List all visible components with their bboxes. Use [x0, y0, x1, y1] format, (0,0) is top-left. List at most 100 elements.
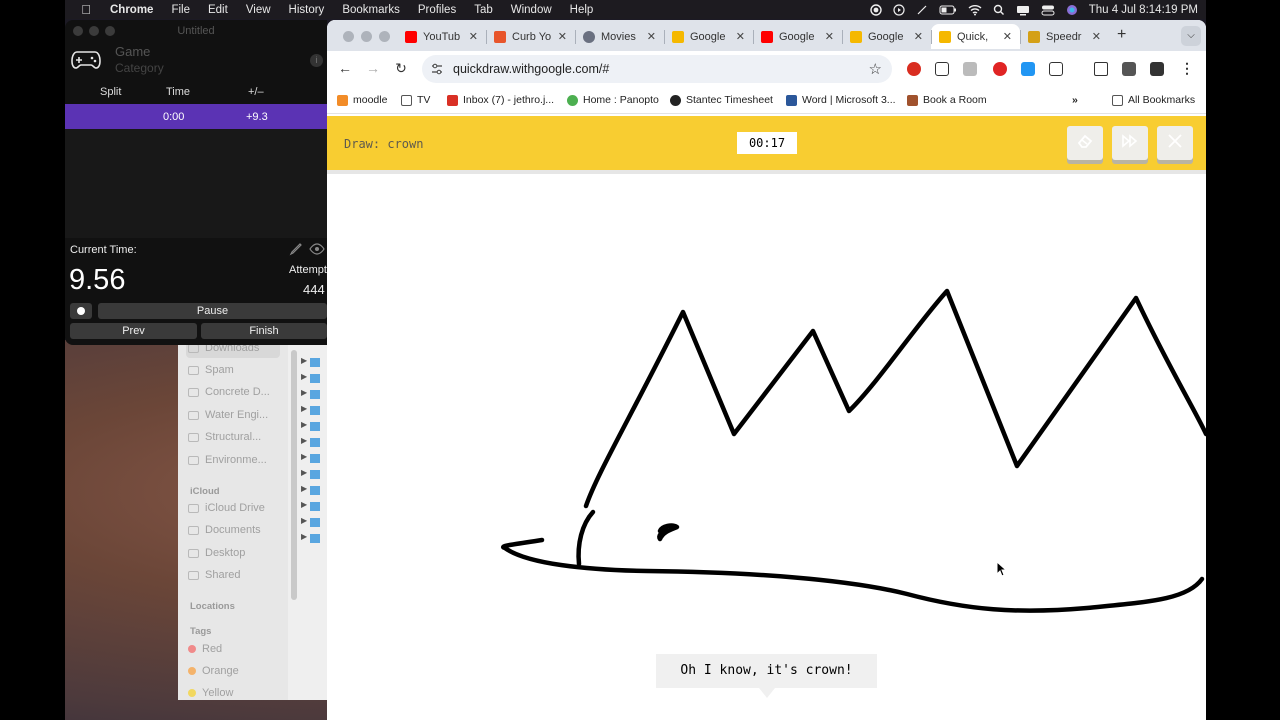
tab-search-button[interactable]: ⌵ — [1181, 26, 1201, 46]
mute-icon[interactable] — [916, 4, 928, 16]
picture-in-picture-icon[interactable] — [935, 62, 949, 76]
tab-close-icon[interactable]: ✕ — [1003, 30, 1012, 43]
disclosure-arrow-icon[interactable]: ▶ — [301, 532, 307, 541]
media-controls-icon[interactable] — [1122, 62, 1136, 76]
disclosure-arrow-icon[interactable]: ▶ — [301, 452, 307, 461]
eye-icon[interactable] — [309, 243, 325, 255]
tab-google-3[interactable]: Google ✕ — [842, 24, 931, 49]
spotlight-search-icon[interactable] — [993, 4, 1005, 16]
play-icon[interactable] — [893, 3, 905, 16]
back-button[interactable]: ← — [337, 60, 353, 76]
menu-profiles[interactable]: Profiles — [409, 4, 465, 16]
bookmarks-overflow-icon[interactable]: » — [1072, 94, 1078, 106]
finder-item-shared[interactable]: Shared — [188, 569, 240, 581]
menu-app-name[interactable]: Chrome — [101, 4, 162, 16]
tab-quickdraw[interactable]: Quick, ✕ — [931, 24, 1020, 49]
zoom-window-button[interactable] — [379, 31, 390, 42]
chrome-menu-icon[interactable]: ⋮ — [1179, 60, 1195, 76]
drawing-canvas[interactable] — [327, 174, 1206, 720]
finder-item-icloud-drive[interactable]: iCloud Drive — [188, 502, 265, 514]
menubar-clock[interactable]: Thu 4 Jul 8:14:19 PM — [1089, 4, 1198, 16]
finder-tag-red[interactable]: Red — [188, 643, 222, 655]
battery-icon[interactable] — [939, 4, 957, 16]
clapperboard-icon[interactable] — [1150, 62, 1164, 76]
reset-button[interactable] — [70, 303, 92, 319]
tab-google-1[interactable]: Google ✕ — [664, 24, 753, 49]
s-extension-icon[interactable] — [1021, 62, 1035, 76]
forward-button[interactable]: → — [365, 60, 381, 76]
finder-item-structural[interactable]: Structural... — [188, 431, 261, 443]
tab-youtube[interactable]: YouTub ✕ — [397, 24, 486, 49]
menu-window[interactable]: Window — [502, 4, 561, 16]
finder-item-spam[interactable]: Spam — [188, 364, 234, 376]
apple-icon[interactable]:  — [71, 2, 101, 17]
bookmark-stantec[interactable]: Stantec Timesheet — [670, 94, 773, 106]
disclosure-arrow-icon[interactable]: ▶ — [301, 516, 307, 525]
bookmark-word[interactable]: Word | Microsoft 3... — [786, 94, 896, 106]
pencil-icon[interactable] — [289, 242, 303, 256]
disclosure-arrow-icon[interactable]: ▶ — [301, 372, 307, 381]
disclosure-arrow-icon[interactable]: ▶ — [301, 388, 307, 397]
clear-canvas-button[interactable] — [1067, 126, 1103, 160]
tab-close-icon[interactable]: ✕ — [647, 30, 656, 43]
finder-tag-orange[interactable]: Orange — [188, 665, 239, 677]
site-settings-icon[interactable] — [430, 62, 444, 76]
bookmark-inbox[interactable]: Inbox (7) - jethro.j... — [447, 94, 554, 106]
tab-close-icon[interactable]: ✕ — [825, 30, 834, 43]
finder-item-environment[interactable]: Environme... — [188, 454, 267, 466]
tab-google-2[interactable]: Google ✕ — [753, 24, 842, 49]
url-text[interactable]: quickdraw.withgoogle.com/# — [453, 62, 609, 76]
finder-tag-yellow[interactable]: Yellow — [188, 687, 233, 699]
disclosure-arrow-icon[interactable]: ▶ — [301, 484, 307, 493]
siri-icon[interactable] — [1066, 4, 1078, 16]
tab-movies[interactable]: Movies ✕ — [575, 24, 664, 49]
skip-button[interactable] — [1112, 126, 1148, 160]
menu-edit[interactable]: Edit — [199, 4, 237, 16]
finder-scrollbar[interactable] — [291, 350, 297, 600]
record-icon[interactable] — [869, 3, 882, 16]
bookmark-book-room[interactable]: Book a Room — [907, 94, 987, 106]
menu-bookmarks[interactable]: Bookmarks — [333, 4, 409, 16]
disclosure-arrow-icon[interactable]: ▶ — [301, 436, 307, 445]
wifi-icon[interactable] — [968, 4, 982, 16]
record-extension-icon[interactable] — [993, 62, 1007, 76]
disclosure-arrow-icon[interactable]: ▶ — [301, 420, 307, 429]
finder-item-documents[interactable]: Documents — [188, 524, 261, 536]
menu-help[interactable]: Help — [561, 4, 603, 16]
tab-close-icon[interactable]: ✕ — [914, 30, 923, 43]
menu-tab[interactable]: Tab — [465, 4, 502, 16]
ublock-extension-icon[interactable] — [907, 62, 921, 76]
tab-curb[interactable]: Curb Yo ✕ — [486, 24, 575, 49]
new-tab-button[interactable]: + — [1117, 26, 1126, 44]
disclosure-arrow-icon[interactable]: ▶ — [301, 404, 307, 413]
info-icon[interactable]: i — [310, 54, 323, 67]
prev-button[interactable]: Prev — [70, 323, 197, 339]
cast-icon[interactable] — [1094, 62, 1108, 76]
menu-file[interactable]: File — [162, 4, 199, 16]
disclosure-arrow-icon[interactable]: ▶ — [301, 468, 307, 477]
disclosure-arrow-icon[interactable]: ▶ — [301, 356, 307, 365]
quit-button[interactable] — [1157, 126, 1193, 160]
tab-close-icon[interactable]: ✕ — [736, 30, 745, 43]
finder-item-desktop[interactable]: Desktop — [188, 547, 245, 559]
bookmark-star-icon[interactable]: ☆ — [869, 60, 882, 78]
all-bookmarks[interactable]: All Bookmarks — [1112, 94, 1195, 106]
split-row-active[interactable]: 0:00 +9.3 — [65, 104, 327, 129]
display-icon[interactable] — [1016, 4, 1030, 16]
tab-speedrun[interactable]: Speedr ✕ — [1020, 24, 1109, 49]
pause-button[interactable]: Pause — [98, 303, 327, 319]
bookmark-tv[interactable]: TV — [401, 94, 430, 106]
close-window-button[interactable] — [343, 31, 354, 42]
menu-history[interactable]: History — [280, 4, 334, 16]
extension-icon[interactable] — [963, 62, 977, 76]
tab-close-icon[interactable]: ✕ — [1092, 30, 1101, 43]
puzzle-extensions-icon[interactable] — [1049, 62, 1063, 76]
tab-close-icon[interactable]: ✕ — [469, 30, 478, 43]
finder-item-water[interactable]: Water Engi... — [188, 409, 268, 421]
finish-button[interactable]: Finish — [201, 323, 327, 339]
menu-view[interactable]: View — [237, 4, 280, 16]
disclosure-arrow-icon[interactable]: ▶ — [301, 500, 307, 509]
tab-close-icon[interactable]: ✕ — [558, 30, 567, 43]
bookmark-moodle[interactable]: moodle — [337, 94, 387, 106]
bookmark-panopto[interactable]: Home : Panopto — [567, 94, 659, 106]
